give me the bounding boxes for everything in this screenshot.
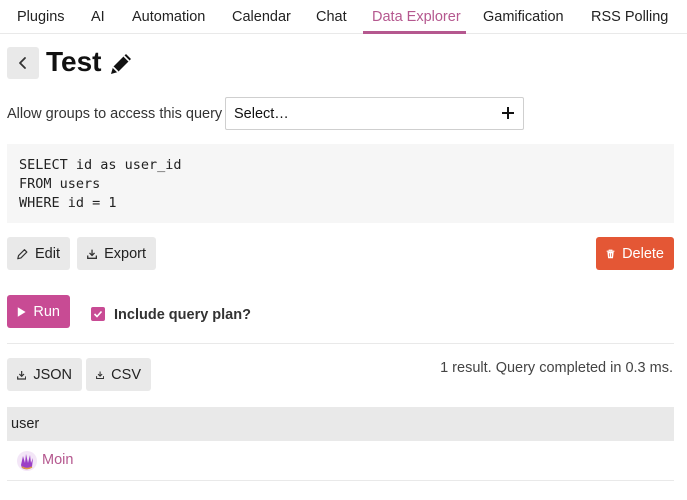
column-header-user: user [11,416,40,432]
tab-plugins[interactable]: Plugins [17,9,65,25]
download-icon [87,249,98,259]
divider [7,343,674,344]
page-title: Test [46,46,102,77]
table-header: user [7,407,674,441]
download-csv-button[interactable]: CSV [86,358,151,391]
download-icon [17,370,27,380]
edit-button-label: Edit [35,245,60,262]
query-line: SELECT id as user_id [19,157,182,173]
include-query-plan-label[interactable]: Include query plan? [114,307,251,323]
export-button[interactable]: Export [77,237,156,270]
admin-nav: Plugins AI Automation Calendar Chat Data… [0,0,687,34]
query-code-block: SELECT id as user_id FROM users WHERE id… [7,144,674,223]
query-line: FROM users [19,176,101,192]
delete-button[interactable]: Delete [596,237,674,270]
user-link[interactable]: Moin [42,452,73,468]
tab-ai[interactable]: AI [91,9,105,25]
tab-gamification[interactable]: Gamification [483,9,564,25]
pencil-icon [17,248,28,259]
run-button[interactable]: Run [7,295,70,328]
checkmark-icon [93,310,103,318]
run-button-label: Run [33,303,60,320]
result-summary: 1 result. Query completed in 0.3 ms. [440,360,673,376]
groups-select[interactable]: Select… [225,97,524,130]
export-button-label: Export [104,245,146,262]
play-icon [17,306,26,317]
edit-button[interactable]: Edit [7,237,70,270]
tab-rss-polling[interactable]: RSS Polling [591,9,668,25]
table-row: Moin [7,441,674,481]
groups-select-placeholder: Select… [234,106,289,122]
tab-chat[interactable]: Chat [316,9,347,25]
groups-label: Allow groups to access this query [7,106,223,122]
delete-button-label: Delete [622,245,664,262]
pencil-icon[interactable] [106,49,136,79]
chevron-left-icon [19,57,26,69]
tab-data-explorer[interactable]: Data Explorer [372,9,461,25]
plus-icon [502,107,514,119]
download-icon [96,370,105,379]
download-json-button[interactable]: JSON [7,358,82,391]
include-query-plan-checkbox[interactable] [91,307,105,321]
tab-calendar[interactable]: Calendar [232,9,291,25]
back-button[interactable] [7,47,39,79]
avatar [17,451,37,471]
active-tab-indicator [363,31,466,34]
download-csv-label: CSV [111,366,141,383]
tab-automation[interactable]: Automation [132,9,205,25]
trash-icon [606,249,615,258]
query-line: WHERE id = 1 [19,195,117,211]
download-json-label: JSON [33,366,72,383]
